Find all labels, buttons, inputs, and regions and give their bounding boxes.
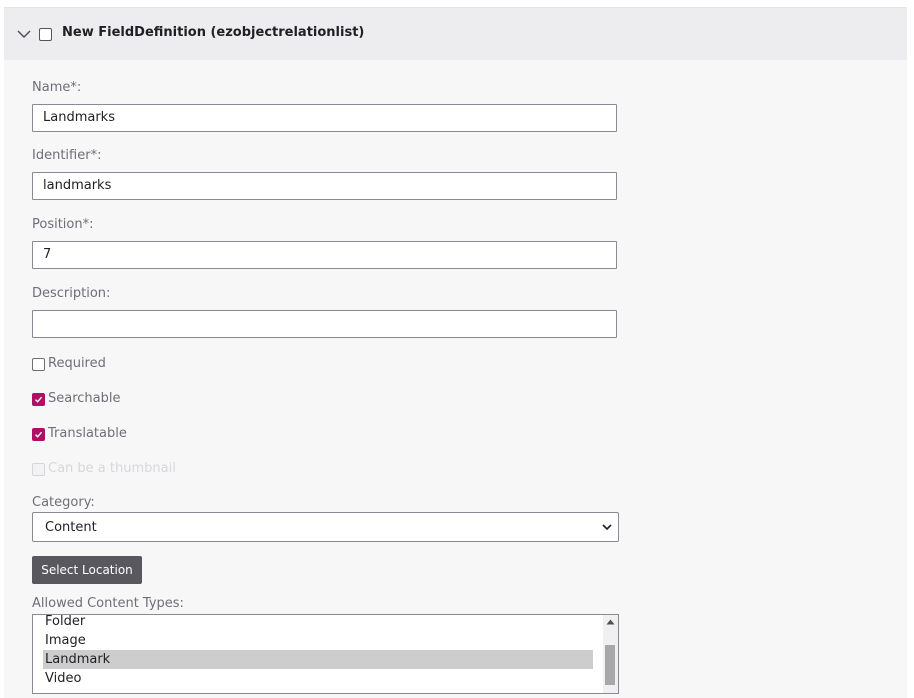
- position-label: Position*:: [32, 217, 94, 232]
- checkmark-icon: [35, 431, 43, 438]
- select-location-button[interactable]: Select Location: [32, 556, 142, 584]
- searchable-checkbox[interactable]: [32, 393, 45, 406]
- identifier-input[interactable]: landmarks: [32, 172, 617, 200]
- list-scrollbar[interactable]: [603, 615, 618, 693]
- thumbnail-checkbox: [32, 463, 45, 476]
- allowed-content-types-label: Allowed Content Types:: [32, 596, 184, 611]
- thumbnail-label: Can be a thumbnail: [48, 461, 176, 476]
- translatable-label: Translatable: [48, 426, 127, 441]
- chevron-down-icon[interactable]: [17, 27, 31, 41]
- list-item-selected[interactable]: Landmark: [43, 650, 593, 669]
- name-label: Name*:: [32, 80, 82, 95]
- required-checkbox[interactable]: [32, 358, 45, 371]
- description-label: Description:: [32, 286, 111, 301]
- translatable-checkbox[interactable]: [32, 428, 45, 441]
- scroll-thumb[interactable]: [605, 645, 615, 685]
- allowed-content-types-list[interactable]: Folder Image Landmark Video: [32, 614, 619, 694]
- chevron-down-icon: [602, 524, 612, 531]
- list-item[interactable]: Image: [43, 631, 593, 650]
- field-select-checkbox[interactable]: [39, 28, 52, 41]
- list-item[interactable]: Video: [43, 669, 593, 688]
- checkmark-icon: [35, 396, 43, 403]
- category-label: Category:: [32, 495, 95, 510]
- panel-header: New FieldDefinition (ezobjectrelationlis…: [4, 8, 907, 60]
- category-select[interactable]: Content: [32, 512, 619, 542]
- field-definition-title: New FieldDefinition (ezobjectrelationlis…: [62, 25, 365, 40]
- required-label: Required: [48, 356, 106, 371]
- list-item[interactable]: Folder: [43, 615, 593, 631]
- name-input[interactable]: Landmarks: [32, 104, 617, 132]
- description-input[interactable]: [32, 310, 617, 338]
- identifier-label: Identifier*:: [32, 148, 102, 163]
- position-input[interactable]: 7: [32, 241, 617, 269]
- scroll-up-arrow-icon[interactable]: [606, 619, 615, 625]
- category-selected-value: Content: [45, 520, 97, 535]
- searchable-label: Searchable: [48, 391, 121, 406]
